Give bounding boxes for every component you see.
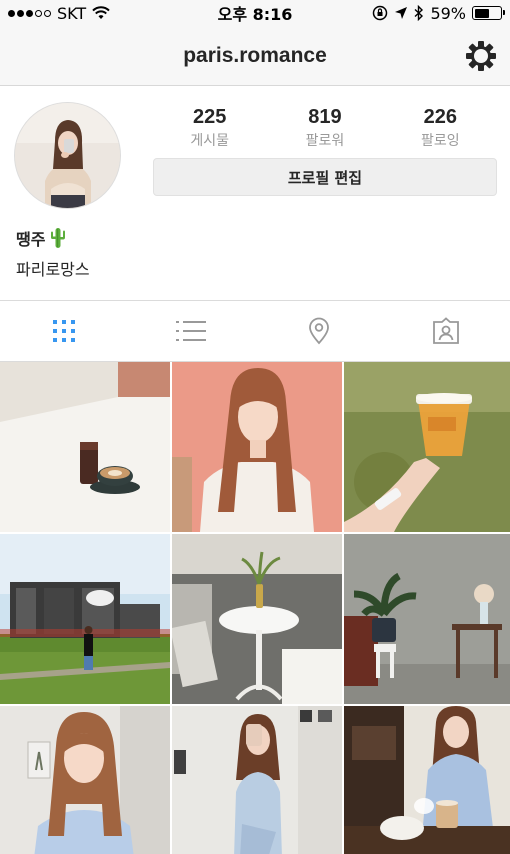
location-arrow-icon xyxy=(395,7,408,19)
post-mirror-selfie[interactable] xyxy=(172,706,342,854)
posts-count: 225 xyxy=(192,106,227,128)
post-festival-stage[interactable] xyxy=(0,534,170,704)
post-portrait-blue-dress[interactable] xyxy=(0,706,170,854)
battery-percent: 59% xyxy=(430,3,466,23)
tab-list[interactable] xyxy=(128,301,256,361)
username-title: paris.romance xyxy=(183,43,327,67)
status-bar: SKT 오후 8:16 59% xyxy=(0,0,510,26)
signal-icon xyxy=(8,9,51,17)
tab-tagged[interactable] xyxy=(383,301,510,361)
photo-grid xyxy=(0,362,510,854)
profile-header: 225 게시물 819 팔로워 226 팔로잉 프로필 편집 땡주 파리로망스 xyxy=(0,86,510,300)
profile-avatar[interactable] xyxy=(14,102,121,209)
tagged-user-icon xyxy=(433,317,460,344)
profile-view-tabs xyxy=(0,300,510,362)
orientation-lock-icon xyxy=(373,5,388,21)
bluetooth-icon xyxy=(414,5,424,21)
list-view-icon xyxy=(176,321,207,341)
edit-profile-button[interactable]: 프로필 편집 xyxy=(153,158,497,196)
tab-grid[interactable] xyxy=(0,301,128,361)
name-row: 땡주 xyxy=(16,226,67,250)
settings-gear-icon[interactable] xyxy=(464,39,498,73)
status-left: SKT xyxy=(8,4,110,23)
nav-bar: paris.romance xyxy=(0,26,510,86)
wifi-icon xyxy=(92,6,110,19)
post-white-table-vase[interactable] xyxy=(172,534,342,704)
following-label: 팔로잉 xyxy=(420,133,460,149)
followers-stat[interactable]: 819 팔로워 xyxy=(270,106,380,150)
carrier-label: SKT xyxy=(57,3,87,23)
followers-count: 819 xyxy=(308,106,342,128)
profile-bio: 파리로망스 xyxy=(16,260,90,279)
post-plant-stool[interactable] xyxy=(344,534,510,704)
cactus-emoji-icon xyxy=(51,228,66,248)
grid-view-icon xyxy=(52,320,75,342)
profile-stats: 225 게시물 819 팔로워 226 팔로잉 xyxy=(152,106,498,150)
post-cafe-latte[interactable] xyxy=(0,362,170,532)
posts-stat[interactable]: 225 게시물 xyxy=(155,106,265,150)
post-beer-cup[interactable] xyxy=(344,362,510,532)
location-pin-icon xyxy=(308,317,329,345)
battery-icon xyxy=(472,6,505,20)
following-stat[interactable]: 226 팔로잉 xyxy=(385,106,495,150)
post-cafe-dress[interactable] xyxy=(344,706,510,854)
post-portrait-pink-wall[interactable] xyxy=(172,362,342,532)
following-count: 226 xyxy=(423,106,457,128)
posts-label: 게시물 xyxy=(190,133,229,149)
followers-label: 팔로워 xyxy=(305,133,345,149)
status-right: 59% xyxy=(372,3,505,23)
display-name: 땡주 xyxy=(16,230,46,249)
tab-location[interactable] xyxy=(255,301,383,361)
